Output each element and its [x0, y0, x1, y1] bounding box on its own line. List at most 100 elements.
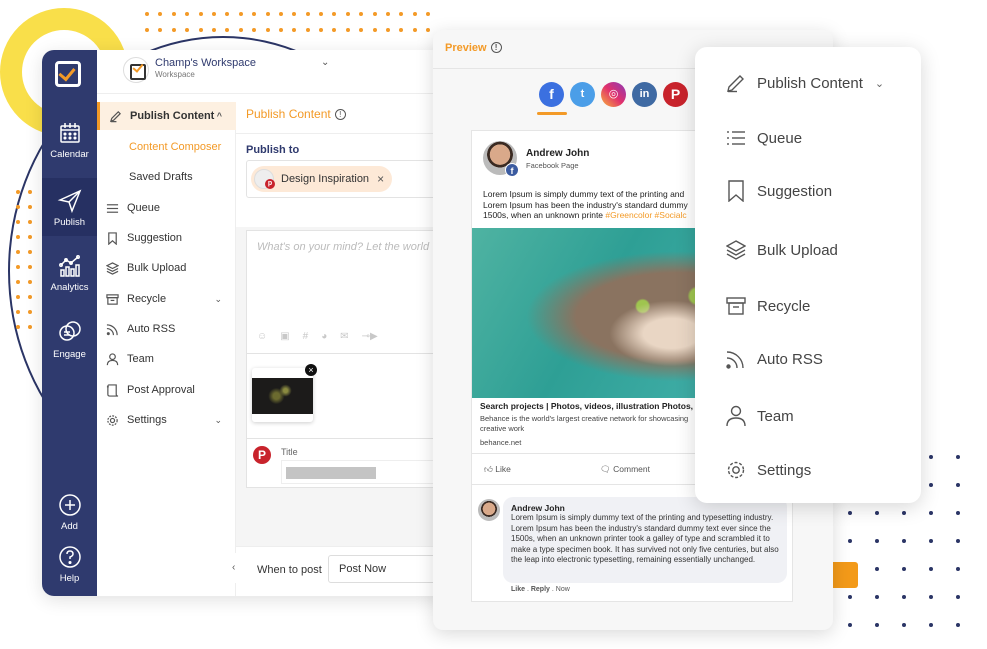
comment-reply-link[interactable]: Reply [531, 586, 550, 593]
menu-item-team[interactable]: Team [725, 403, 794, 429]
decorative-dot [875, 623, 879, 627]
menu-item-queue[interactable]: Queue [725, 125, 802, 151]
menu-item-bulk-upload[interactable]: Bulk Upload [725, 237, 838, 263]
submenu-saved-drafts[interactable]: Saved Drafts [97, 163, 236, 191]
chevron-down-icon[interactable]: ⌄ [214, 294, 222, 305]
decorative-dot [292, 28, 297, 32]
decorative-dot [345, 28, 350, 32]
decorative-dot [252, 12, 257, 16]
bookmark-icon [105, 231, 119, 245]
submenu-publish-content[interactable]: Publish Content ^ [97, 102, 236, 130]
rail-item-analytics[interactable]: Analytics [42, 253, 97, 293]
analytics-icon [58, 255, 80, 277]
envelope-icon[interactable]: ✉ [340, 331, 348, 342]
submenu-suggestion[interactable]: Suggestion [97, 224, 236, 252]
publish-to-label: Publish to [246, 144, 300, 156]
decorative-dot [292, 12, 297, 16]
decorative-dot [225, 28, 230, 32]
menu-item-label: Team [757, 407, 794, 425]
decorative-dot [426, 12, 431, 16]
decorative-dot [305, 12, 310, 16]
decorative-dot [265, 12, 270, 16]
chevron-down-icon[interactable]: ⌄ [214, 415, 222, 426]
submenu-post-approval[interactable]: Post Approval [97, 376, 236, 404]
menu-item-recycle[interactable]: Recycle [725, 293, 810, 319]
chevron-down-icon[interactable]: ⌄ [321, 57, 329, 68]
decorative-dot [238, 12, 243, 16]
publish-to-field[interactable]: p Design Inspiration × [246, 160, 452, 198]
rail-item-help[interactable]: Help [42, 544, 97, 584]
archive-icon [105, 292, 119, 306]
submenu-recycle[interactable]: Recycle ⌄ [97, 285, 236, 313]
menu-item-auto-rss[interactable]: Auto RSS [725, 346, 823, 372]
hashtag-icon[interactable]: # [303, 331, 309, 342]
post-editor[interactable]: What's on your mind? Let the world ☺ ▣ #… [246, 230, 452, 445]
when-to-post-select[interactable]: Post Now [328, 555, 438, 583]
like-label: Like [495, 464, 511, 474]
submenu-auto-rss[interactable]: Auto RSS [97, 315, 236, 343]
paper-plane-icon [57, 189, 81, 214]
info-icon[interactable]: ! [334, 109, 346, 120]
plugin-icon[interactable]: ⊸▶ [362, 331, 378, 342]
collapse-handle[interactable]: ‹ [232, 553, 242, 583]
pinterest-tab-icon[interactable]: P [663, 82, 688, 107]
chart-icon[interactable]: ◕ [321, 331, 327, 342]
facebook-tab-icon[interactable]: f [537, 82, 567, 115]
workspace-name[interactable]: Champ's Workspace [155, 57, 256, 69]
submenu-label: Publish Content [130, 110, 215, 122]
media-icon[interactable]: ▣ [280, 331, 289, 342]
rail-item-calendar[interactable]: Calendar [42, 120, 97, 160]
comment-like-link[interactable]: Like [511, 586, 525, 593]
decorative-dot [28, 250, 32, 254]
submenu-team[interactable]: Team [97, 345, 236, 373]
chevron-down-icon[interactable]: ⌄ [875, 77, 884, 90]
top-bar: Champ's Workspace Workspace ⌄ [97, 50, 452, 94]
twitter-tab-icon[interactable]: t [570, 82, 595, 107]
decorative-dot [956, 455, 960, 459]
decorative-dot [929, 511, 933, 515]
linkedin-tab-icon[interactable]: in [632, 82, 657, 107]
user-icon [725, 405, 747, 427]
submenu-label: Settings [127, 414, 167, 426]
post-text-line: 1500s, when an unknown printe [483, 210, 604, 220]
instagram-tab-icon[interactable]: ◎ [601, 82, 626, 107]
submenu-content-composer[interactable]: Content Composer [97, 133, 236, 161]
like-button[interactable]: 👍︎ Like [484, 464, 511, 475]
attached-image[interactable]: × [252, 364, 317, 422]
decorative-dot [332, 28, 337, 32]
submenu-label: Queue [127, 202, 161, 214]
decorative-dot [929, 595, 933, 599]
post-hashtags[interactable]: #Greencolor #Socialc [605, 210, 686, 220]
rail-item-publish[interactable]: Publish [42, 178, 97, 236]
decorative-dot [332, 12, 337, 16]
decorative-dot [956, 567, 960, 571]
rail-item-add[interactable]: Add [42, 492, 97, 532]
info-icon[interactable]: ! [490, 42, 502, 53]
decorative-dot [875, 567, 879, 571]
submenu-settings[interactable]: Settings ⌄ [97, 406, 236, 434]
decorative-dot [28, 280, 32, 284]
decorative-dot [252, 28, 257, 32]
decorative-dot [158, 12, 163, 16]
submenu-queue[interactable]: Queue [97, 194, 236, 222]
remove-image-icon[interactable]: × [305, 364, 317, 376]
account-chip[interactable]: p Design Inspiration × [251, 166, 393, 192]
submenu-bulk-upload[interactable]: Bulk Upload [97, 254, 236, 282]
rail-item-engage[interactable]: Engage [42, 320, 97, 360]
menu-item-label: Auto RSS [757, 350, 823, 368]
comment-button[interactable]: 🗨︎ Comment [600, 464, 650, 475]
pinterest-title-input[interactable] [281, 460, 452, 484]
rail-label: Engage [53, 349, 86, 360]
app-logo-icon[interactable] [55, 61, 81, 87]
submenu-label: Post Approval [127, 384, 195, 396]
menu-item-suggestion[interactable]: Suggestion [725, 178, 832, 204]
user-icon [105, 352, 119, 366]
menu-item-settings[interactable]: Settings [725, 457, 811, 483]
pencil-icon [108, 109, 122, 123]
emoji-icon[interactable]: ☺ [257, 331, 267, 342]
link-title[interactable]: Search projects | Photos, videos, illust… [480, 401, 693, 411]
remove-chip-icon[interactable]: × [377, 172, 384, 186]
menu-item-publish-content[interactable]: Publish Content ⌄ [725, 70, 884, 96]
archive-icon [725, 295, 747, 317]
chat-bubbles-icon [58, 321, 81, 341]
